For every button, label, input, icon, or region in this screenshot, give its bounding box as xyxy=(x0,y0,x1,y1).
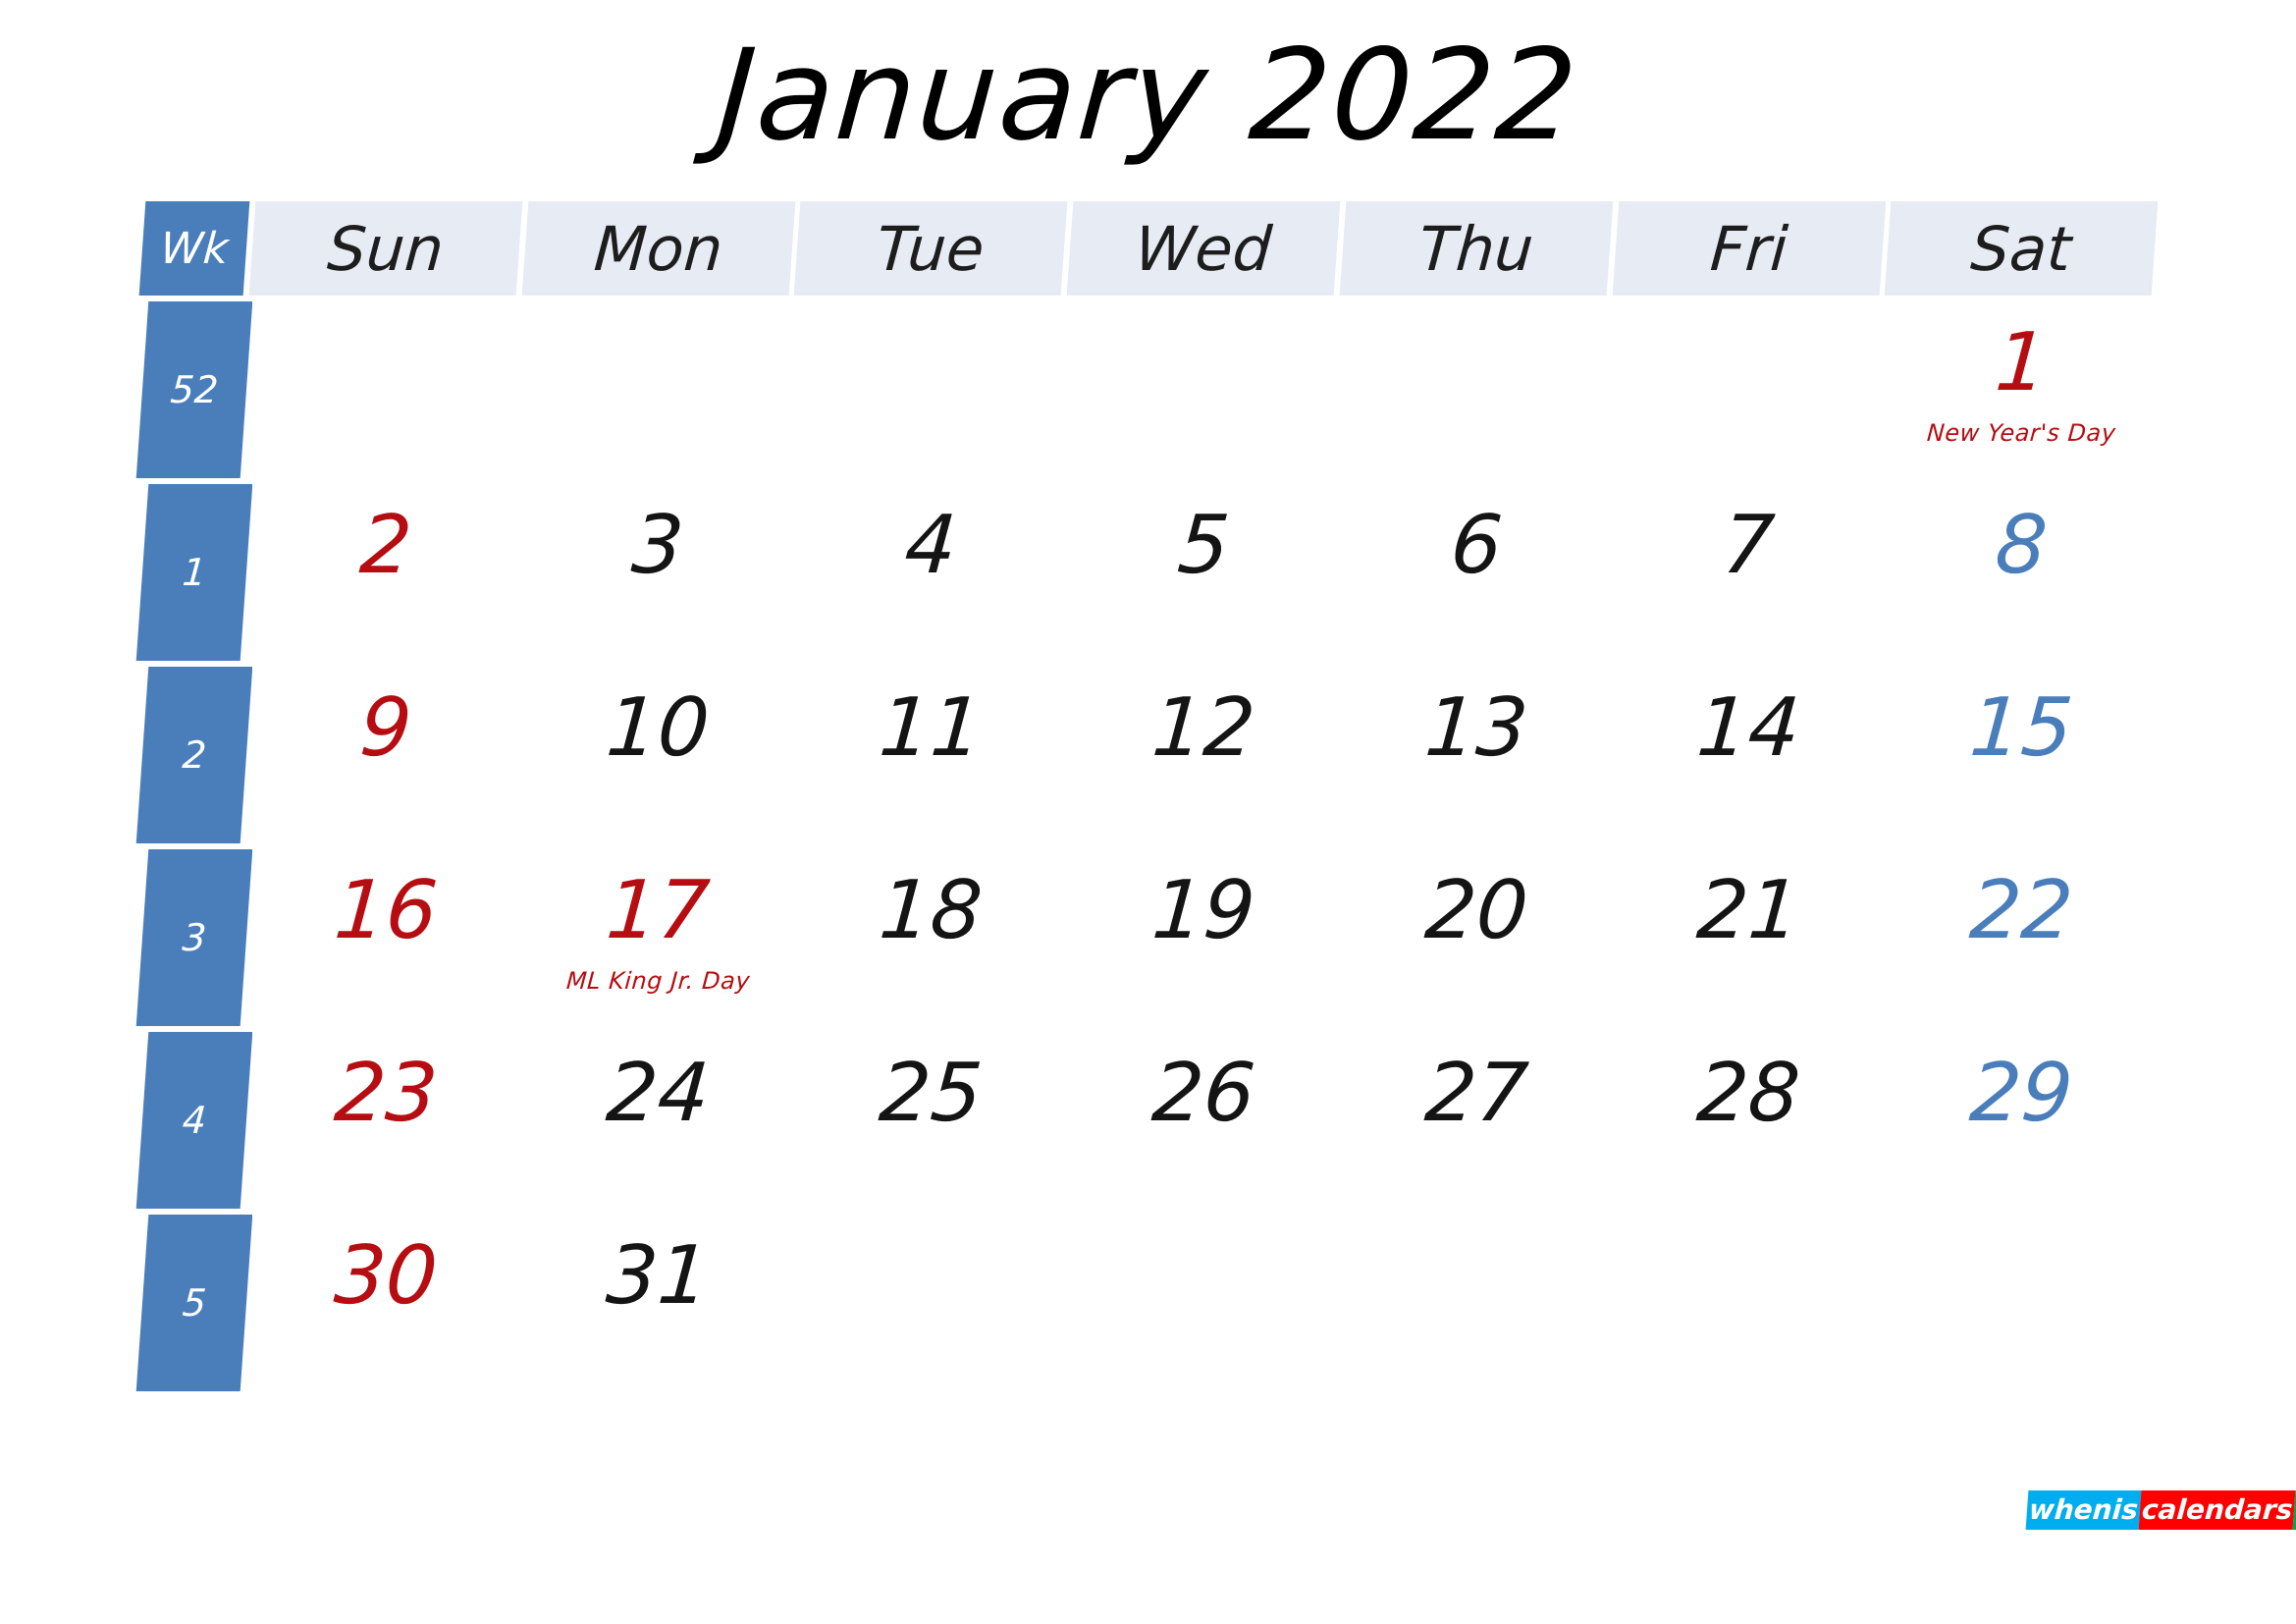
day-cell[interactable]: 7 xyxy=(1615,484,1883,661)
column-header-sat: Sat xyxy=(1884,201,2159,296)
day-cell[interactable]: 8 xyxy=(1888,484,2155,661)
day-cell[interactable] xyxy=(797,301,1065,478)
day-number: 6 xyxy=(1447,499,1506,592)
day-number: 24 xyxy=(604,1047,714,1140)
page-title: January 2022 xyxy=(713,23,1583,169)
day-cell[interactable]: 24 xyxy=(524,1032,792,1209)
day-cell[interactable]: 14 xyxy=(1615,667,1883,843)
day-number: 8 xyxy=(1992,499,2051,592)
column-header-mon: Mon xyxy=(521,201,795,296)
day-number: 15 xyxy=(1966,681,2076,775)
day-number: 17 xyxy=(604,864,714,957)
day-cell[interactable]: 2 xyxy=(252,484,519,661)
column-header-tue: Tue xyxy=(794,201,1068,296)
calendar-grid: Wk Sun Mon Tue Wed Thu Fri Sat 52 1 New Year's Day… xyxy=(135,201,2159,1391)
column-header-wed: Wed xyxy=(1066,201,1341,296)
day-cell[interactable]: 21 xyxy=(1615,849,1883,1026)
day-cell[interactable] xyxy=(797,1215,1065,1391)
day-number: 19 xyxy=(1148,864,1258,957)
week-number-cell: 3 xyxy=(135,849,253,1026)
day-cell[interactable] xyxy=(252,301,519,478)
day-cell[interactable]: 20 xyxy=(1342,849,1610,1026)
day-cell[interactable] xyxy=(1888,1215,2155,1391)
day-number: 25 xyxy=(876,1047,986,1140)
day-cell[interactable]: 23 xyxy=(252,1032,519,1209)
day-cell[interactable]: 10 xyxy=(524,667,792,843)
day-number: 12 xyxy=(1148,681,1258,775)
day-number: 9 xyxy=(356,681,415,775)
week-number-cell: 4 xyxy=(135,1032,253,1209)
day-cell[interactable] xyxy=(1615,301,1883,478)
column-header-fri: Fri xyxy=(1612,201,1886,296)
day-number: 2 xyxy=(356,499,415,592)
day-cell[interactable]: 13 xyxy=(1342,667,1610,843)
week-number-cell: 5 xyxy=(135,1215,253,1391)
day-cell[interactable]: 12 xyxy=(1070,667,1337,843)
column-header-sun: Sun xyxy=(248,201,523,296)
day-cell[interactable]: 6 xyxy=(1342,484,1610,661)
day-cell[interactable] xyxy=(524,301,792,478)
day-cell[interactable]: 18 xyxy=(797,849,1065,1026)
day-number: 23 xyxy=(331,1047,441,1140)
day-cell[interactable]: 25 xyxy=(797,1032,1065,1209)
day-cell[interactable] xyxy=(1070,301,1337,478)
day-cell[interactable]: 11 xyxy=(797,667,1065,843)
day-number: 30 xyxy=(331,1229,441,1323)
day-cell[interactable] xyxy=(1342,301,1610,478)
day-number: 21 xyxy=(1693,864,1803,957)
day-number: 5 xyxy=(1174,499,1233,592)
day-cell[interactable]: 22 xyxy=(1888,849,2155,1026)
day-cell[interactable]: 9 xyxy=(252,667,519,843)
day-cell[interactable]: 16 xyxy=(252,849,519,1026)
week-number-cell: 2 xyxy=(135,667,253,843)
day-number: 18 xyxy=(876,864,986,957)
day-cell[interactable]: 1 New Year's Day xyxy=(1888,301,2155,478)
day-cell[interactable]: 15 xyxy=(1888,667,2155,843)
day-number: 16 xyxy=(331,864,441,957)
day-number: 10 xyxy=(604,681,714,775)
day-number: 31 xyxy=(604,1229,714,1323)
day-number: 22 xyxy=(1966,864,2076,957)
day-cell[interactable]: 26 xyxy=(1070,1032,1337,1209)
day-cell[interactable]: 29 xyxy=(1888,1032,2155,1209)
holiday-label: ML King Jr. Day xyxy=(565,967,752,995)
day-cell[interactable]: 30 xyxy=(252,1215,519,1391)
day-cell[interactable]: 27 xyxy=(1342,1032,1610,1209)
day-number: 1 xyxy=(1992,316,2051,409)
day-number: 26 xyxy=(1148,1047,1258,1140)
day-number: 14 xyxy=(1693,681,1803,775)
week-number-cell: 52 xyxy=(135,301,253,478)
day-number: 29 xyxy=(1966,1047,2076,1140)
day-number: 27 xyxy=(1421,1047,1531,1140)
day-cell[interactable]: 31 xyxy=(524,1215,792,1391)
day-cell[interactable]: 5 xyxy=(1070,484,1337,661)
week-number-cell: 1 xyxy=(135,484,253,661)
holiday-label: New Year's Day xyxy=(1925,419,2117,447)
day-cell[interactable]: 4 xyxy=(797,484,1065,661)
day-number: 11 xyxy=(876,681,986,775)
day-cell[interactable]: 17 ML King Jr. Day xyxy=(524,849,792,1026)
day-number: 4 xyxy=(901,499,960,592)
column-header-week: Wk xyxy=(138,201,250,296)
day-number: 28 xyxy=(1693,1047,1803,1140)
day-cell[interactable] xyxy=(1615,1215,1883,1391)
day-number: 3 xyxy=(629,499,687,592)
day-number: 7 xyxy=(1720,499,1778,592)
day-cell[interactable]: 3 xyxy=(524,484,792,661)
column-header-thu: Thu xyxy=(1339,201,1613,296)
day-number: 20 xyxy=(1421,864,1531,957)
day-number: 13 xyxy=(1421,681,1531,775)
day-cell[interactable] xyxy=(1342,1215,1610,1391)
day-cell[interactable] xyxy=(1070,1215,1337,1391)
day-cell[interactable]: 19 xyxy=(1070,849,1337,1026)
day-cell[interactable]: 28 xyxy=(1615,1032,1883,1209)
site-logo-watermark: whenis calendars .com xyxy=(2025,1490,2296,1530)
logo-part-whenis: whenis xyxy=(2025,1490,2142,1530)
logo-part-calendars: calendars xyxy=(2138,1490,2296,1530)
